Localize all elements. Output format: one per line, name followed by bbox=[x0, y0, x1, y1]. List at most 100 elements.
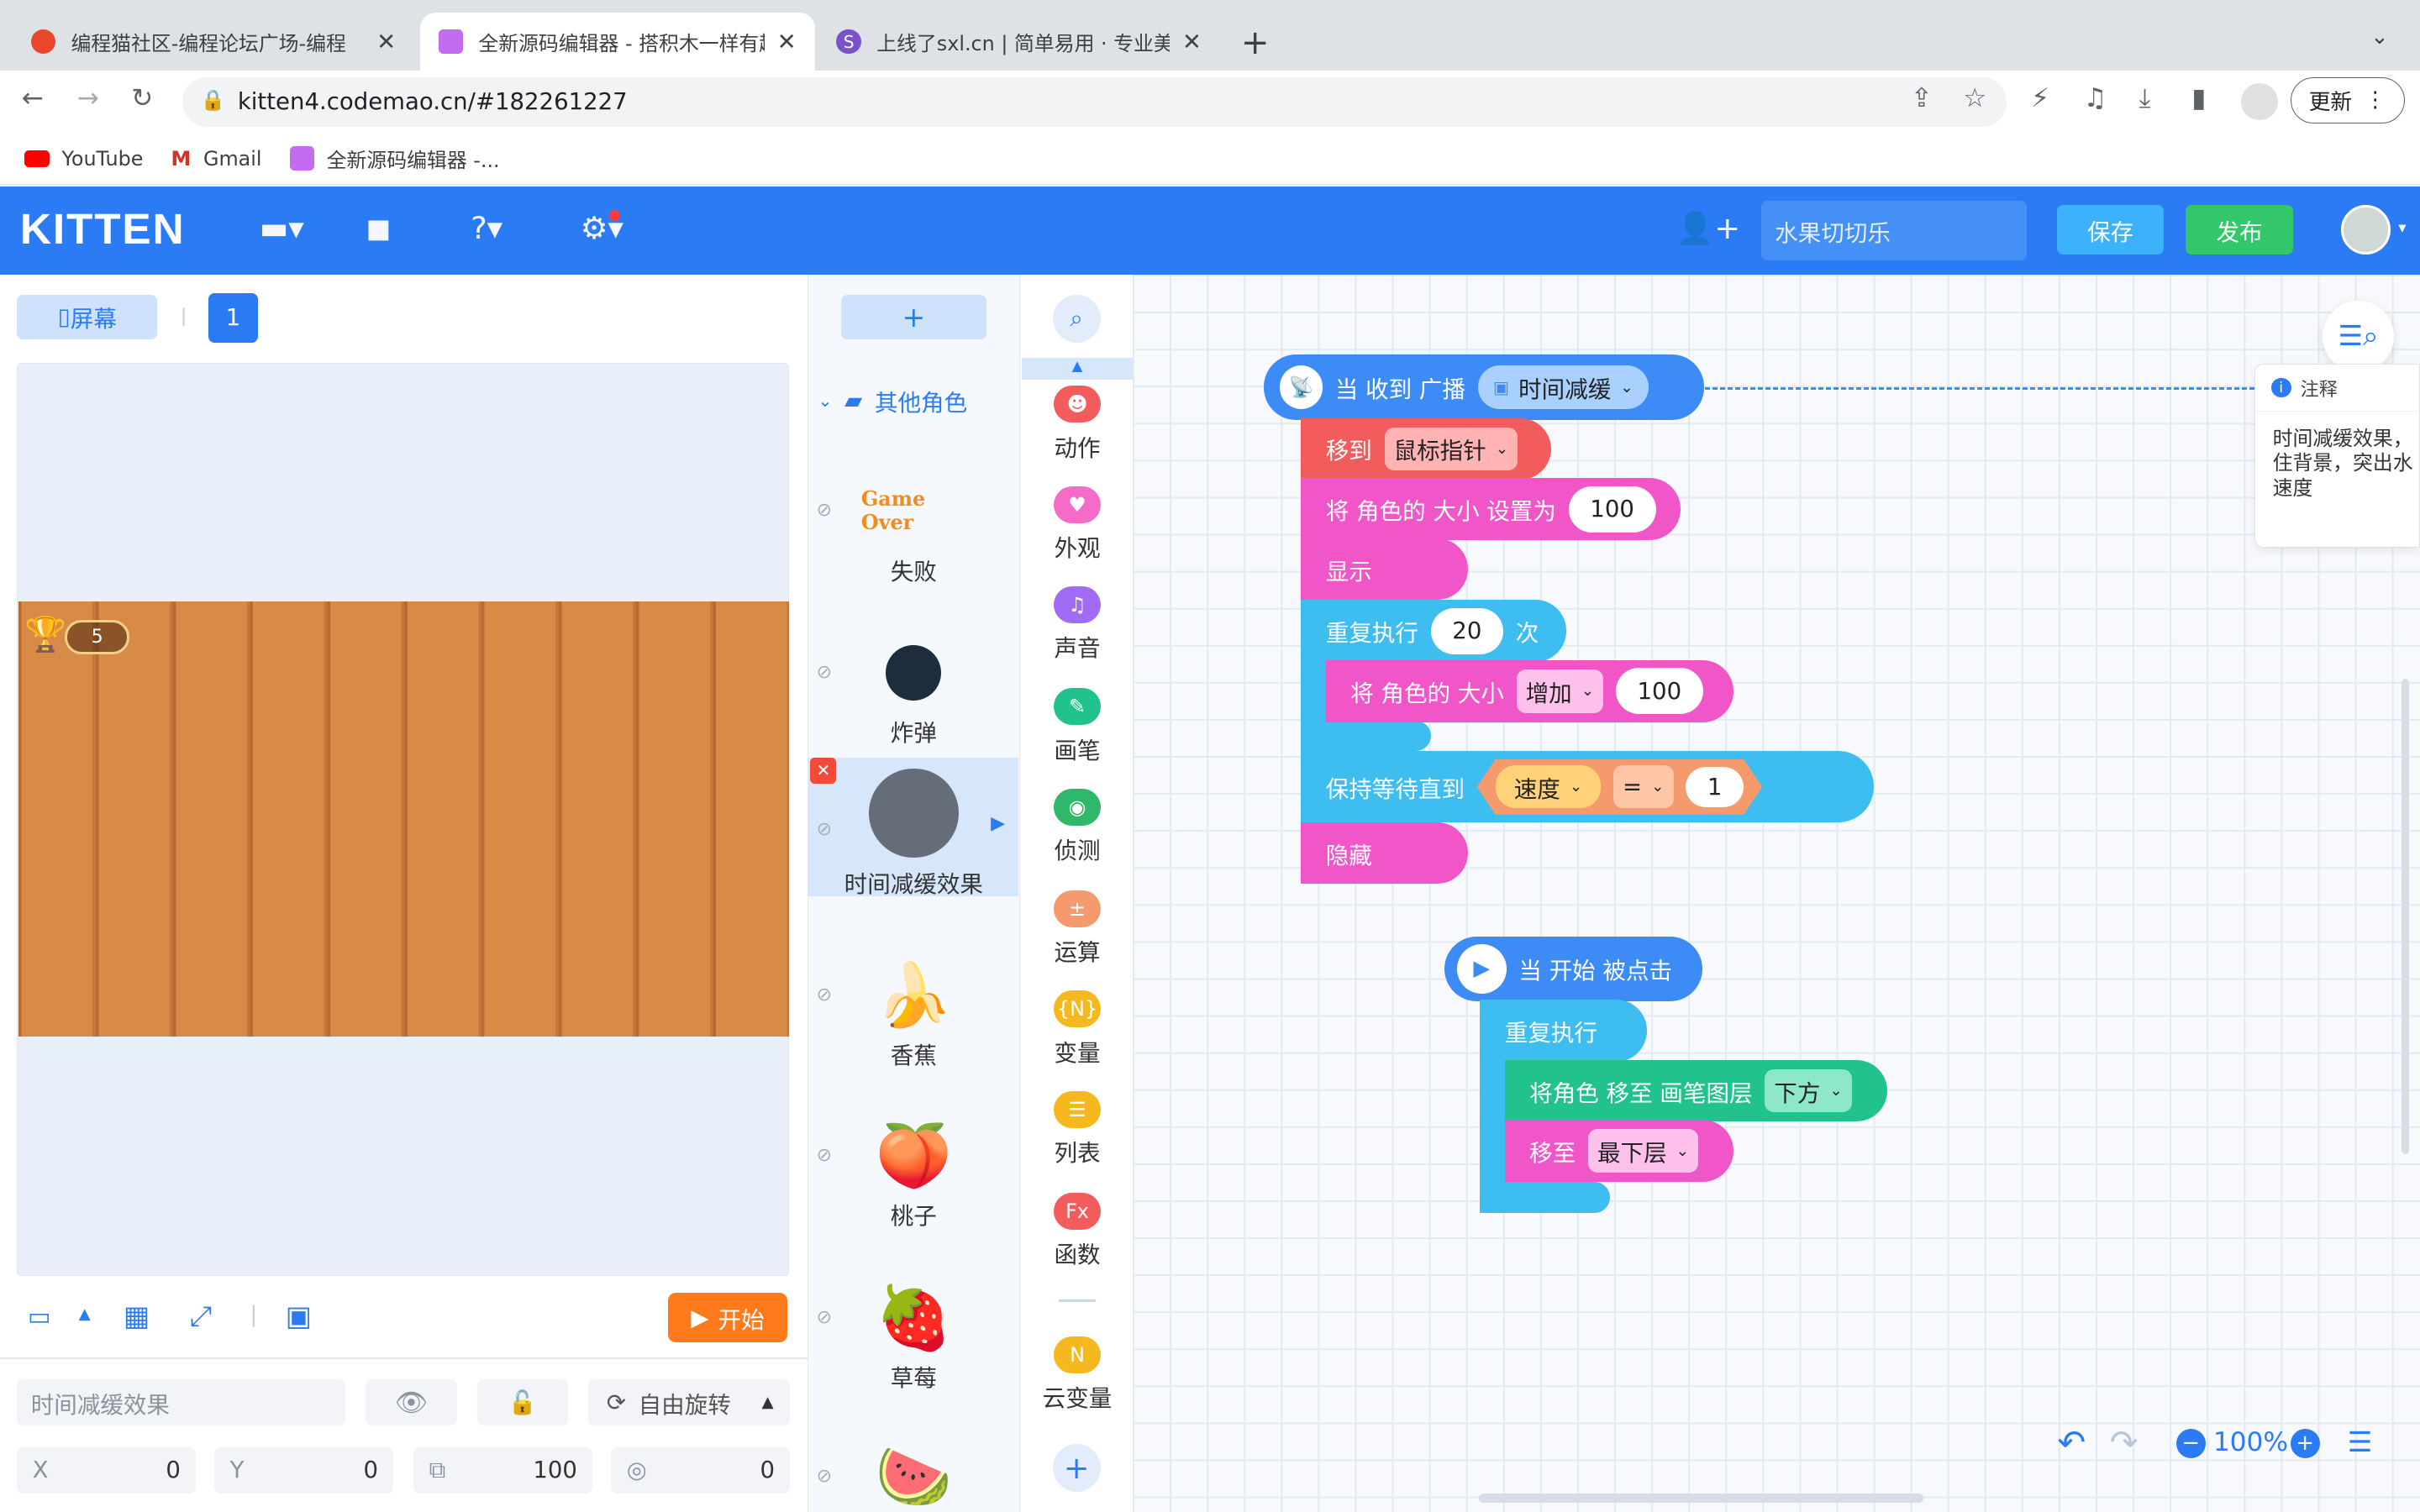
horizontal-scrollbar[interactable] bbox=[1478, 1493, 1923, 1503]
file-folder-icon[interactable]: ▬▾ bbox=[260, 210, 304, 246]
back-icon[interactable]: ← bbox=[22, 83, 44, 113]
category-5[interactable]: ± 运算 bbox=[1022, 890, 1133, 967]
change-value-input[interactable]: 100 bbox=[1615, 668, 1703, 715]
backpack-icon[interactable]: ◼ bbox=[366, 210, 391, 246]
add-extension-icon[interactable]: + bbox=[1052, 1444, 1101, 1493]
wait-until-block[interactable]: 保持等待直到 速度 ⌄ = ⌄ 1 bbox=[1301, 751, 1874, 822]
sprite-item[interactable]: ⊘ 🍌 香蕉 bbox=[808, 938, 1018, 1086]
grid-icon[interactable]: ▦ bbox=[124, 1299, 150, 1332]
tab-sxl[interactable]: S 上线了sxl.cn | 简单易用 · 专业美 ✕ bbox=[818, 13, 1222, 71]
close-tab-icon[interactable]: ✕ bbox=[376, 29, 396, 55]
side-panel-icon[interactable]: ▮ bbox=[2191, 83, 2206, 113]
zoom-out-icon[interactable]: − bbox=[2175, 1428, 2206, 1458]
move-to-block[interactable]: 移到 鼠标指针 ⌄ bbox=[1301, 417, 1551, 480]
compare-operator-block[interactable]: 速度 ⌄ = ⌄ 1 bbox=[1477, 759, 1762, 815]
move-layer-dropdown[interactable]: 最下层 ⌄ bbox=[1587, 1129, 1699, 1173]
hide-block[interactable]: 隐藏 bbox=[1301, 822, 1468, 885]
help-icon[interactable]: ?▾ bbox=[471, 210, 502, 246]
sprite-name-input[interactable]: 时间减缓效果 bbox=[17, 1379, 346, 1426]
run-button[interactable]: ▶ 开始 bbox=[668, 1293, 787, 1342]
update-button[interactable]: 更新 ⋮ bbox=[2290, 76, 2405, 123]
repeat-count-input[interactable]: 20 bbox=[1430, 607, 1504, 654]
preview-icon[interactable]: ▣ bbox=[286, 1299, 312, 1332]
stage-canvas[interactable] bbox=[18, 601, 789, 1037]
comparison-dropdown[interactable]: = ⌄ bbox=[1613, 765, 1674, 808]
move-target-dropdown[interactable]: 鼠标指针 ⌄ bbox=[1384, 427, 1518, 471]
start-clicked-hat-block[interactable]: ▶ 当 开始 被点击 bbox=[1444, 936, 1702, 1002]
tab-kitten-editor[interactable]: 全新源码编辑器 - 搭积木一样有趣 ✕ bbox=[419, 12, 815, 71]
profile-avatar[interactable] bbox=[2240, 83, 2278, 121]
undo-icon[interactable]: ↶ bbox=[2057, 1422, 2086, 1462]
save-button[interactable]: 保存 bbox=[2057, 205, 2165, 255]
set-size-block[interactable]: 将 角色的 大小 设置为 100 bbox=[1301, 478, 1681, 540]
bookmark-kitten[interactable]: 全新源码编辑器 -... bbox=[289, 144, 500, 173]
broadcast-hat-block[interactable]: 📡 当 收到 广播 ▣ 时间减缓 ⌄ bbox=[1264, 354, 1704, 420]
change-size-block[interactable]: 将 角色的 大小 增加 ⌄ 100 bbox=[1325, 660, 1733, 722]
category-9[interactable]: N 云变量 bbox=[1022, 1336, 1133, 1413]
change-op-dropdown[interactable]: 增加 ⌄ bbox=[1516, 669, 1604, 713]
sprite-item[interactable]: ⊘ 🍉 bbox=[808, 1420, 1018, 1512]
delete-sprite-icon[interactable]: ✕ bbox=[810, 757, 837, 785]
rotation-mode-select[interactable]: ⟳ 自由旋转 ▲ bbox=[587, 1379, 791, 1426]
new-tab-icon[interactable]: + bbox=[1241, 22, 1270, 62]
sprite-folder[interactable]: ⌄ ▰ 其他角色 bbox=[818, 384, 967, 417]
stage-size-chevron-icon[interactable]: ▲ bbox=[79, 1305, 91, 1323]
visibility-toggle-icon[interactable]: 👁 bbox=[366, 1379, 457, 1426]
broadcast-dropdown[interactable]: ▣ 时间减缓 ⌄ bbox=[1477, 365, 1649, 409]
close-tab-icon[interactable]: ✕ bbox=[777, 29, 797, 55]
layer-block[interactable]: 将角色 移至 画笔图层 下方 ⌄ bbox=[1504, 1059, 1888, 1122]
sprite-item[interactable]: ⊘ 炸弹 bbox=[808, 616, 1018, 764]
lock-toggle-icon[interactable]: 🔓 bbox=[476, 1379, 568, 1426]
category-6[interactable]: {N} 变量 bbox=[1022, 990, 1133, 1067]
download-icon[interactable]: ⤓ bbox=[2139, 83, 2151, 114]
bookmark-gmail[interactable]: M Gmail bbox=[171, 147, 262, 171]
sprite-item[interactable]: ⊘ 🍑 桃子 bbox=[808, 1099, 1018, 1247]
extension-icon[interactable]: ⚡ bbox=[2031, 83, 2049, 113]
block-search-icon[interactable]: ☰⌕ bbox=[2323, 301, 2394, 372]
sprite-item[interactable]: ⊘ Game Over 失败 bbox=[808, 454, 1018, 601]
arrange-blocks-icon[interactable]: ☰ bbox=[2348, 1425, 2373, 1458]
screen-button[interactable]: ▯ 屏幕 bbox=[17, 294, 158, 340]
scene-tab-1[interactable]: 1 bbox=[208, 292, 258, 343]
close-tab-icon[interactable]: ✕ bbox=[1182, 29, 1202, 55]
chevron-right-icon[interactable]: ▶ bbox=[991, 813, 1005, 834]
size-field[interactable]: ⧉ 100 bbox=[413, 1446, 593, 1494]
comment-text[interactable]: 时间减缓效果，住背景，突出水速度 bbox=[2273, 427, 2420, 519]
forward-icon[interactable]: → bbox=[77, 83, 99, 113]
tab-codemao-community[interactable]: 编程猫社区-编程论坛广场-编程 ✕ bbox=[13, 13, 417, 71]
media-icon[interactable]: ♫ bbox=[2084, 83, 2107, 113]
share-icon[interactable]: ⇪ bbox=[1911, 83, 1933, 113]
show-block[interactable]: 显示 bbox=[1301, 538, 1468, 601]
search-icon[interactable]: ⌕ bbox=[1052, 294, 1101, 343]
user-menu-chevron-icon[interactable]: ▾ bbox=[2398, 219, 2406, 237]
category-0[interactable]: ☻ 动作 bbox=[1022, 386, 1133, 462]
category-2[interactable]: ♫ 声音 bbox=[1022, 585, 1133, 663]
add-collaborator-icon[interactable]: 👤+ bbox=[1676, 210, 1741, 246]
category-3[interactable]: ✎ 画笔 bbox=[1022, 688, 1133, 764]
sprite-item[interactable]: ⊘ 🍓 草莓 bbox=[808, 1261, 1018, 1409]
tab-search-chevron-icon[interactable]: ⌄ bbox=[2370, 24, 2389, 50]
address-bar[interactable]: 🔒 kitten4.codemao.cn/#182261227 bbox=[182, 76, 2007, 127]
move-layer-block[interactable]: 移至 最下层 ⌄ bbox=[1504, 1120, 1733, 1182]
x-field[interactable]: X0 bbox=[17, 1446, 197, 1494]
vertical-scrollbar[interactable] bbox=[2401, 679, 2410, 1154]
user-avatar[interactable] bbox=[2341, 205, 2391, 255]
category-1[interactable]: ♥ 外观 bbox=[1022, 486, 1133, 563]
redo-icon[interactable]: ↷ bbox=[2110, 1422, 2139, 1462]
size-value-input[interactable]: 100 bbox=[1568, 486, 1656, 533]
category-8[interactable]: Fx 函数 bbox=[1022, 1192, 1133, 1269]
zoom-in-icon[interactable]: + bbox=[2290, 1428, 2320, 1458]
compare-value-input[interactable]: 1 bbox=[1686, 767, 1744, 807]
y-field[interactable]: Y0 bbox=[214, 1446, 394, 1494]
add-sprite-button[interactable]: + bbox=[841, 294, 986, 340]
scroll-up-icon[interactable]: ▲ bbox=[1021, 358, 1134, 380]
sprite-item-selected[interactable]: ✕ ⊘ ▶ 时间减缓效果 bbox=[808, 757, 1019, 898]
work-name-input[interactable]: 水果切切乐 bbox=[1760, 200, 2027, 261]
stage-size-icon[interactable]: ▭ bbox=[28, 1302, 51, 1331]
bookmark-star-icon[interactable]: ☆ bbox=[1963, 83, 1986, 113]
category-4[interactable]: ◉ 侦测 bbox=[1022, 788, 1133, 865]
reload-icon[interactable]: ↻ bbox=[131, 83, 153, 113]
layer-pos-dropdown[interactable]: 下方 ⌄ bbox=[1765, 1068, 1852, 1113]
bookmark-youtube[interactable]: YouTube bbox=[24, 147, 143, 171]
category-7[interactable]: ☰ 列表 bbox=[1022, 1090, 1133, 1168]
